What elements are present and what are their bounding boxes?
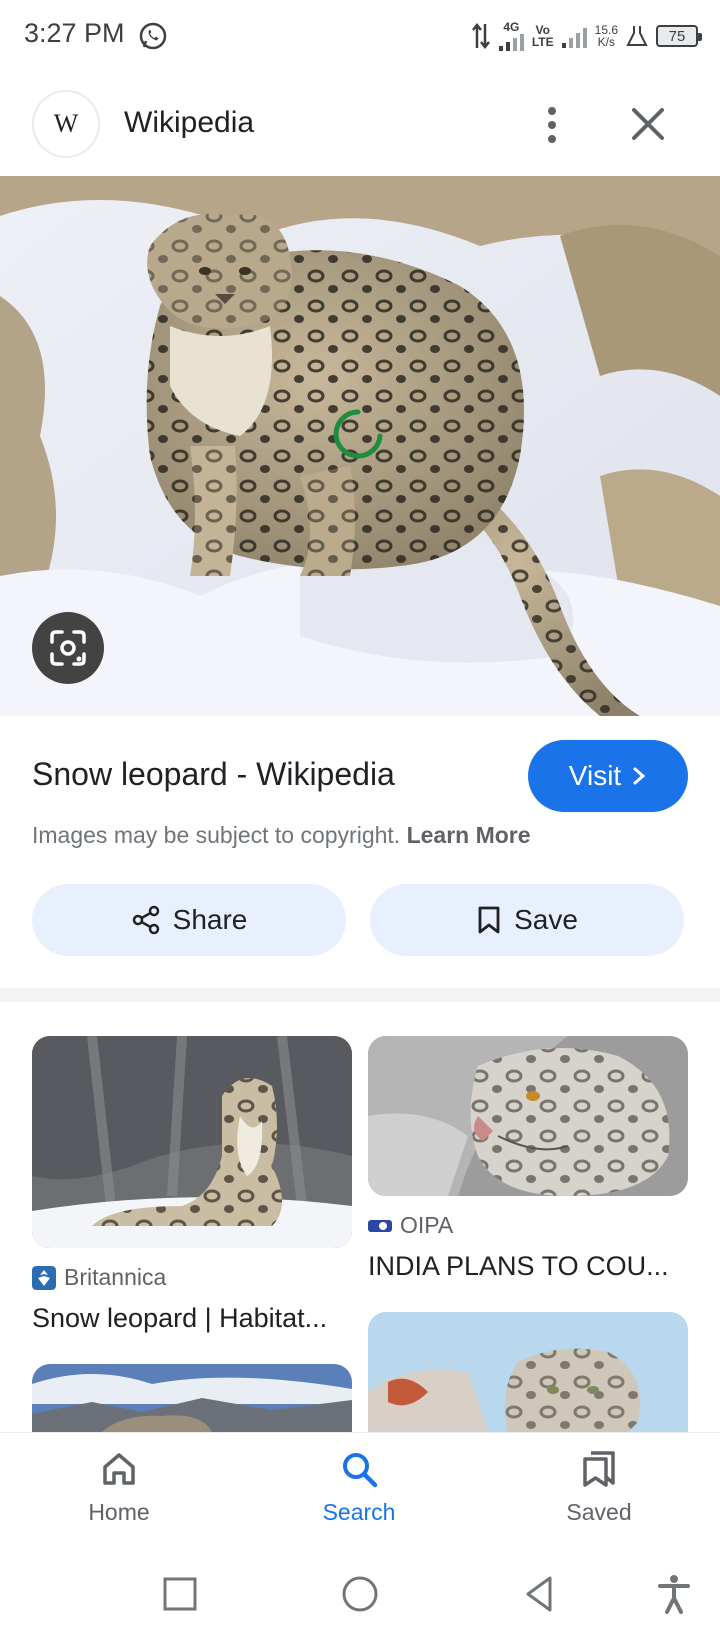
dot-icon [548,107,556,115]
nav-saved-label: Saved [566,1499,632,1525]
share-button[interactable]: Share [32,884,346,956]
back-icon[interactable] [518,1572,562,1616]
share-icon [132,905,159,935]
flask-icon [626,26,648,46]
britannica-favicon-icon [32,1265,56,1290]
close-icon[interactable] [628,102,668,146]
bottom-navigation: Home Search Saved [0,1432,720,1550]
data-transfer-icon [471,22,490,50]
save-button[interactable]: Save [370,884,684,956]
related-image-partial[interactable] [368,1312,688,1432]
nav-search-label: Search [322,1499,396,1525]
save-label: Save [514,904,578,935]
signal-bars-2 [561,24,587,48]
related-image-partial[interactable] [32,1364,352,1432]
result-title: Snow leopard - Wikipedia [32,756,395,792]
status-bar: 3:27 PM 4G Vo LTE 15.6 K/s 75 [0,0,720,76]
lens-search-button[interactable] [32,612,104,684]
related-caption: INDIA PLANS TO COU... [368,1251,669,1281]
bookmark-icon [478,906,500,934]
whatsapp-icon [139,22,167,50]
dot-icon [548,121,556,129]
visit-button-label: Visit [568,760,622,791]
related-source-name: Britannica [64,1264,167,1290]
nav-search[interactable]: Search [279,1449,439,1526]
related-image [32,1036,352,1248]
related-image [368,1036,688,1196]
visit-button[interactable]: Visit [528,740,688,812]
saved-icon [583,1451,615,1487]
lens-icon [50,630,86,666]
network-type-label: 4G [503,20,520,34]
more-options-button[interactable] [532,100,572,150]
copyright-text: Images may be subject to copyright. [32,822,401,848]
related-source: OIPA [368,1212,688,1239]
home-icon [103,1453,135,1485]
search-icon [343,1453,378,1488]
section-divider [0,988,720,1002]
signal-bars-1 [498,33,524,51]
related-source: Britannica [32,1264,352,1291]
related-source-name: OIPA [400,1212,454,1238]
loading-spinner-icon [333,409,383,459]
dot-icon [548,135,556,143]
related-card-oipa[interactable]: OIPA INDIA PLANS TO COU... [368,1036,688,1282]
related-caption: Snow leopard | Habitat... [32,1303,328,1333]
nav-saved[interactable]: Saved [519,1449,679,1526]
home-button-icon[interactable] [338,1572,382,1616]
chevron-right-icon [633,767,646,785]
net-speed-unit: K/s [597,35,615,49]
wikipedia-logo-text: W [53,109,79,138]
nav-home-label: Home [88,1499,150,1525]
source-header: W Wikipedia [0,76,720,176]
nav-home[interactable]: Home [39,1449,199,1526]
copyright-notice: Images may be subject to copyright. Lear… [32,822,531,849]
source-title: Wikipedia [124,106,255,139]
status-indicators: 4G Vo LTE 15.6 K/s 75 [471,18,702,54]
related-card-britannica[interactable]: Britannica Snow leopard | Habitat... [32,1036,352,1334]
battery-icon: 75 [656,25,702,47]
recents-icon[interactable] [158,1572,202,1616]
wikipedia-logo[interactable]: W [32,90,100,158]
share-label: Share [172,904,248,935]
oipa-favicon-icon [368,1219,392,1232]
system-navigation-bar [0,1550,720,1640]
volte-label-bottom: LTE [531,35,554,49]
status-time: 3:27 PM [24,18,125,48]
battery-level: 75 [668,27,686,45]
learn-more-link[interactable]: Learn More [407,822,531,848]
accessibility-icon[interactable] [652,1572,696,1616]
